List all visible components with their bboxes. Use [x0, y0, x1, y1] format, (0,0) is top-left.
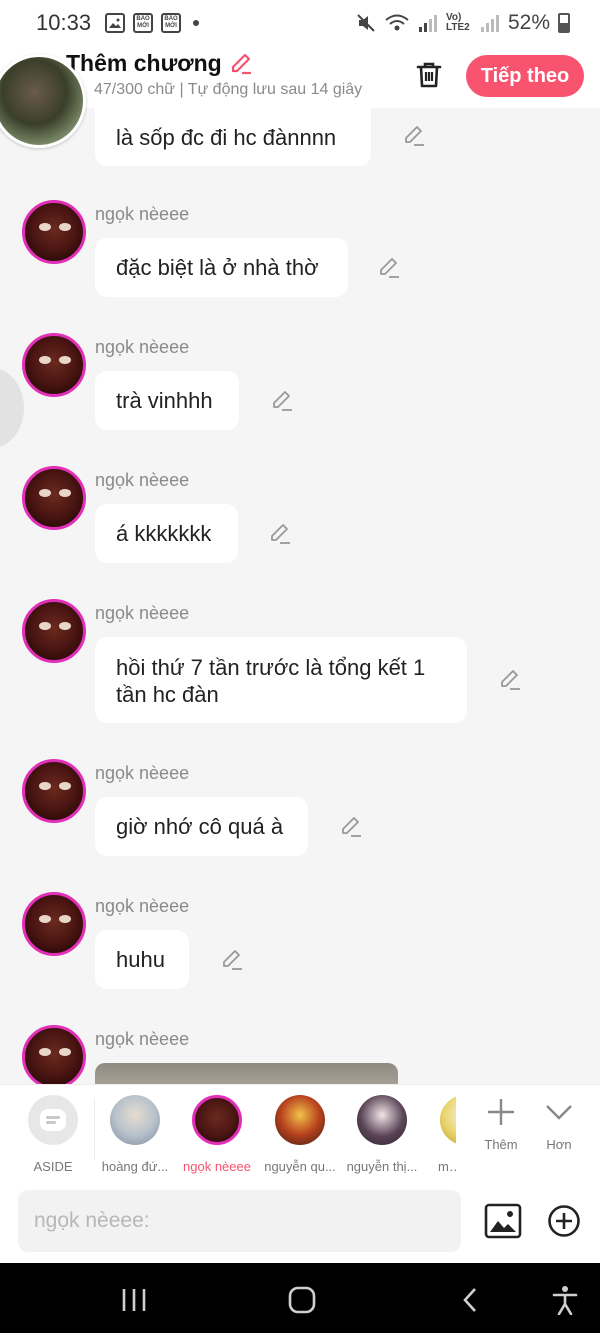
- delete-button[interactable]: [414, 60, 444, 90]
- character-item[interactable]: mo: [400, 1095, 456, 1174]
- avatar: [440, 1095, 456, 1145]
- trash-icon: [416, 62, 442, 88]
- character-label: nguyễn qu...: [264, 1159, 336, 1174]
- character-label: mo: [438, 1159, 456, 1174]
- status-bar: 10:33 BÁO MỚI BÁO MỚI Vo) LTE2 52%: [0, 0, 600, 46]
- avatar: [192, 1095, 242, 1145]
- avatar[interactable]: [22, 599, 86, 663]
- message-image[interactable]: [95, 1063, 398, 1084]
- back-icon: [463, 1288, 476, 1312]
- image-icon[interactable]: [484, 1202, 522, 1240]
- accessibility-button[interactable]: [545, 1285, 585, 1315]
- speaker-name: ngọk nèeee: [95, 1029, 190, 1049]
- avatar[interactable]: [22, 759, 86, 823]
- message-list[interactable]: là sốp đc đi hc đànnnn ngọk nèeee đặc bi…: [0, 108, 600, 1084]
- avatar[interactable]: [22, 466, 86, 530]
- message-input[interactable]: ngọk nèeee:: [18, 1190, 461, 1252]
- character-aside[interactable]: ASIDE: [13, 1095, 93, 1174]
- character-label: ngọk nèeee: [183, 1159, 251, 1174]
- plus-icon: [471, 1097, 531, 1137]
- avatar: [110, 1095, 160, 1145]
- message-bubble[interactable]: á kkkkkkk: [95, 504, 238, 563]
- character-item-active[interactable]: ngọk nèeee: [177, 1095, 257, 1174]
- speaker-name: ngọk nèeee: [95, 896, 190, 916]
- next-button[interactable]: Tiếp theo: [466, 55, 584, 97]
- speaker-name: ngọk nèeee: [95, 337, 190, 357]
- composer-bar: ngọk nèeee:: [0, 1180, 600, 1263]
- edit-icon[interactable]: [339, 815, 363, 839]
- recents-icon: [122, 1289, 146, 1311]
- battery-percent: 52%: [507, 11, 550, 34]
- mute-icon: [357, 14, 375, 32]
- character-item[interactable]: hoàng đứ...: [95, 1095, 175, 1174]
- character-label: ASIDE: [33, 1159, 73, 1174]
- status-time: 10:33: [36, 10, 92, 35]
- recents-button[interactable]: [114, 1285, 154, 1315]
- edit-icon[interactable]: [377, 256, 401, 280]
- edit-icon[interactable]: [498, 668, 522, 692]
- character-label: hoàng đứ...: [101, 1159, 169, 1174]
- header-texts: Thêm chương 47/300 chữ | Tự động lưu sau…: [66, 50, 362, 99]
- aside-icon: [28, 1095, 78, 1145]
- signal-icon: [418, 15, 437, 32]
- speaker-name: ngọk nèeee: [95, 204, 190, 224]
- battery-icon: [558, 13, 570, 33]
- system-nav-bar: [0, 1263, 600, 1333]
- edit-icon[interactable]: [220, 948, 244, 972]
- pencil-icon[interactable]: [228, 51, 254, 77]
- edit-icon[interactable]: [268, 522, 292, 546]
- home-icon: [288, 1286, 316, 1314]
- message-bubble[interactable]: đặc biệt là ở nhà thờ: [95, 238, 348, 297]
- chapter-title-text: Thêm chương: [66, 50, 222, 76]
- gallery-icon: [105, 13, 126, 33]
- word-count-status: 47/300 chữ | Tự động lưu sau 14 giây: [94, 81, 363, 98]
- chapter-title[interactable]: Thêm chương: [66, 50, 362, 77]
- avatar: [275, 1095, 325, 1145]
- message-bubble[interactable]: trà vinhhh: [95, 371, 239, 430]
- avatar[interactable]: [22, 200, 86, 264]
- side-handle[interactable]: [0, 368, 24, 448]
- message-bubble[interactable]: là sốp đc đi hc đànnnn: [95, 108, 371, 166]
- edit-icon[interactable]: [270, 389, 294, 413]
- add-circle-icon[interactable]: [547, 1204, 581, 1238]
- chevron-down-icon: [529, 1097, 589, 1137]
- add-character-button[interactable]: Thêm: [471, 1097, 531, 1152]
- message-bubble[interactable]: huhu: [95, 930, 189, 989]
- speaker-name: ngọk nèeee: [95, 763, 190, 783]
- message-bubble[interactable]: hồi thứ 7 tần trước là tổng kết 1 tần hc…: [95, 637, 467, 723]
- back-button[interactable]: [450, 1285, 490, 1315]
- avatar[interactable]: [22, 892, 86, 956]
- speaker-name: ngọk nèeee: [95, 603, 190, 623]
- wifi-icon: [385, 14, 409, 31]
- speaker-name: ngọk nèeee: [95, 470, 190, 490]
- edit-icon[interactable]: [402, 124, 426, 148]
- add-label: Thêm: [484, 1137, 518, 1152]
- network-label: Vo) LTE2: [445, 12, 470, 33]
- message-bubble[interactable]: giờ nhớ cô quá à: [95, 797, 308, 856]
- baomoi-icon: BÁO MỚI: [133, 13, 154, 33]
- signal-icon: [480, 15, 499, 32]
- character-strip: ASIDE hoàng đứ... ngọk nèeee nguyễn qu..…: [0, 1084, 600, 1180]
- avatar[interactable]: [22, 1025, 86, 1084]
- character-item[interactable]: nguyễn qu...: [260, 1095, 340, 1174]
- baomoi-icon: BÁO MỚI: [161, 13, 182, 33]
- header: Thêm chương 47/300 chữ | Tự động lưu sau…: [0, 46, 600, 148]
- more-button[interactable]: Hơn: [529, 1097, 589, 1152]
- more-label: Hơn: [546, 1137, 572, 1152]
- home-button[interactable]: [282, 1285, 322, 1315]
- avatar[interactable]: [22, 333, 86, 397]
- accessibility-icon: [552, 1286, 578, 1315]
- notification-dot-icon: [193, 20, 200, 26]
